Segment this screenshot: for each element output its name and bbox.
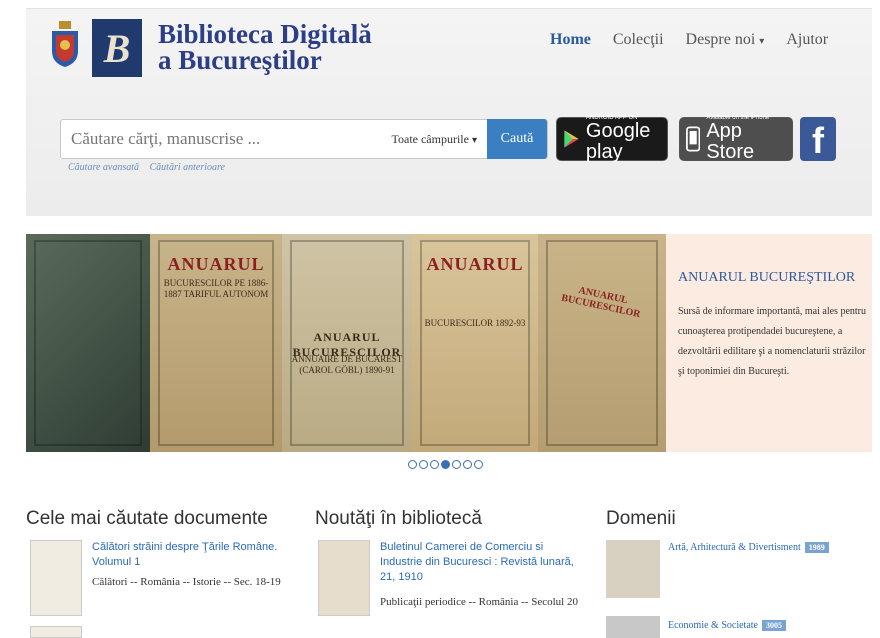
document-subject: Publicaţii periodice -- România -- Secol… xyxy=(380,596,578,608)
domain-item[interactable]: Economie & Societate 3005 xyxy=(668,620,786,631)
carousel[interactable]: ANUARUL BUCURESCILOR PE 1886-1887 TARIFU… xyxy=(26,234,872,452)
carousel-dot[interactable] xyxy=(463,460,472,469)
nav-despre-noi-label: Despre noi xyxy=(685,31,756,48)
carousel-dots xyxy=(408,460,483,469)
slide-description: Sursă de informare importantă, mai ales … xyxy=(678,306,866,377)
facebook-icon[interactable]: f xyxy=(800,117,836,161)
search-links: Căutare avansată Căutări anterioare xyxy=(68,162,233,173)
domain-thumbnail[interactable] xyxy=(606,616,660,638)
bucharest-crest-icon xyxy=(52,21,78,67)
nav-colectii[interactable]: Colecţii xyxy=(613,31,664,49)
search-button[interactable]: Caută xyxy=(487,119,547,159)
search-input[interactable] xyxy=(61,120,392,158)
site-title-line1: Biblioteca Digitală xyxy=(158,19,372,49)
search-scope-label: Toate câmpurile xyxy=(391,131,469,146)
domain-item[interactable]: Artă, Arhitectură & Divertisment 1989 xyxy=(668,542,829,553)
domain-label: Economie & Societate xyxy=(668,620,758,631)
caret-down-icon: ▾ xyxy=(471,134,477,146)
carousel-book-cover: ANUARUL BUCURESCILOR 1892-93 xyxy=(412,234,538,452)
domain-count-badge: 1989 xyxy=(804,542,829,553)
main-nav: Home Colecţii Despre noi ▾ Ajutor xyxy=(550,31,850,49)
nav-ajutor[interactable]: Ajutor xyxy=(786,31,828,49)
app-store-big: App Store xyxy=(706,120,755,163)
carousel-dot[interactable] xyxy=(430,460,439,469)
iphone-icon xyxy=(686,126,701,152)
carousel-book-cover: ANUARUL BUCURESCILOR xyxy=(538,234,666,452)
google-play-big: Google play xyxy=(585,120,651,163)
book-cover-subtitle: BUCURESCILOR PE 1886-1887 TARIFUL AUTONO… xyxy=(163,278,269,299)
carousel-book-cover: ANUARUL BUCURESCILOR ANNUAIRE DE BUCARES… xyxy=(282,234,412,452)
document-thumbnail[interactable] xyxy=(30,540,82,616)
carousel-dot[interactable] xyxy=(408,460,417,469)
advanced-search-link[interactable]: Căutare avansată xyxy=(68,162,139,173)
nav-home[interactable]: Home xyxy=(550,31,591,49)
slide-info: ANUARUL BUCUREŞTILOR Sursă de informare … xyxy=(666,234,872,452)
nav-despre-noi[interactable]: Despre noi ▾ xyxy=(686,31,765,49)
search-scope-select[interactable]: Toate câmpurile ▾ xyxy=(392,132,488,147)
app-store-badge[interactable]: Available on the iPhone App Store xyxy=(679,115,793,163)
carousel-dot-active[interactable] xyxy=(441,460,450,469)
news-heading: Noutăţi în bibliotecă xyxy=(315,508,482,529)
document-title-link[interactable]: Buletinul Camerei de Comerciu si Industr… xyxy=(380,540,574,585)
google-play-icon xyxy=(564,130,579,148)
domain-label: Artă, Arhitectură & Divertisment xyxy=(668,542,801,553)
search-bar: Toate câmpurile ▾ Caută xyxy=(60,119,548,159)
document-title-link[interactable]: Călători străini despre Ţările Române. V… xyxy=(92,540,292,570)
most-searched-heading: Cele mai căutate documente xyxy=(26,508,268,529)
search-history-link[interactable]: Căutări anterioare xyxy=(150,162,225,173)
document-thumbnail[interactable] xyxy=(30,626,82,638)
library-logo[interactable]: B xyxy=(92,19,142,77)
book-cover-subtitle: BUCURESCILOR 1892-93 xyxy=(424,318,526,328)
book-cover-title: ANUARUL xyxy=(426,254,524,274)
book-cover-title: ANUARUL xyxy=(167,254,265,274)
document-thumbnail[interactable] xyxy=(318,540,370,616)
google-play-badge[interactable]: ANDROID APP ON Google play xyxy=(556,115,668,163)
slide-title[interactable]: ANUARUL BUCUREŞTILOR xyxy=(678,270,855,286)
carousel-dot[interactable] xyxy=(474,460,483,469)
document-subject: Călători -- România -- Istorie -- Sec. 1… xyxy=(92,576,281,588)
header: B Biblioteca Digitală a Bucureştilor Hom… xyxy=(26,8,872,216)
domains-heading: Domenii xyxy=(606,508,676,529)
book-cover-subtitle: ANNUAIRE DE BUCAREST (CAROL GÖBL) 1890-9… xyxy=(291,354,403,375)
site-title[interactable]: Biblioteca Digitală a Bucureştilor xyxy=(158,19,372,75)
carousel-dot[interactable] xyxy=(419,460,428,469)
caret-down-icon: ▾ xyxy=(759,36,765,47)
domain-count-badge: 3005 xyxy=(761,620,786,631)
domain-thumbnail[interactable] xyxy=(606,540,660,598)
carousel-book-cover xyxy=(26,234,150,452)
site-title-line2: a Bucureştilor xyxy=(158,45,322,75)
carousel-book-cover: ANUARUL BUCURESCILOR PE 1886-1887 TARIFU… xyxy=(150,234,282,452)
carousel-dot[interactable] xyxy=(452,460,461,469)
